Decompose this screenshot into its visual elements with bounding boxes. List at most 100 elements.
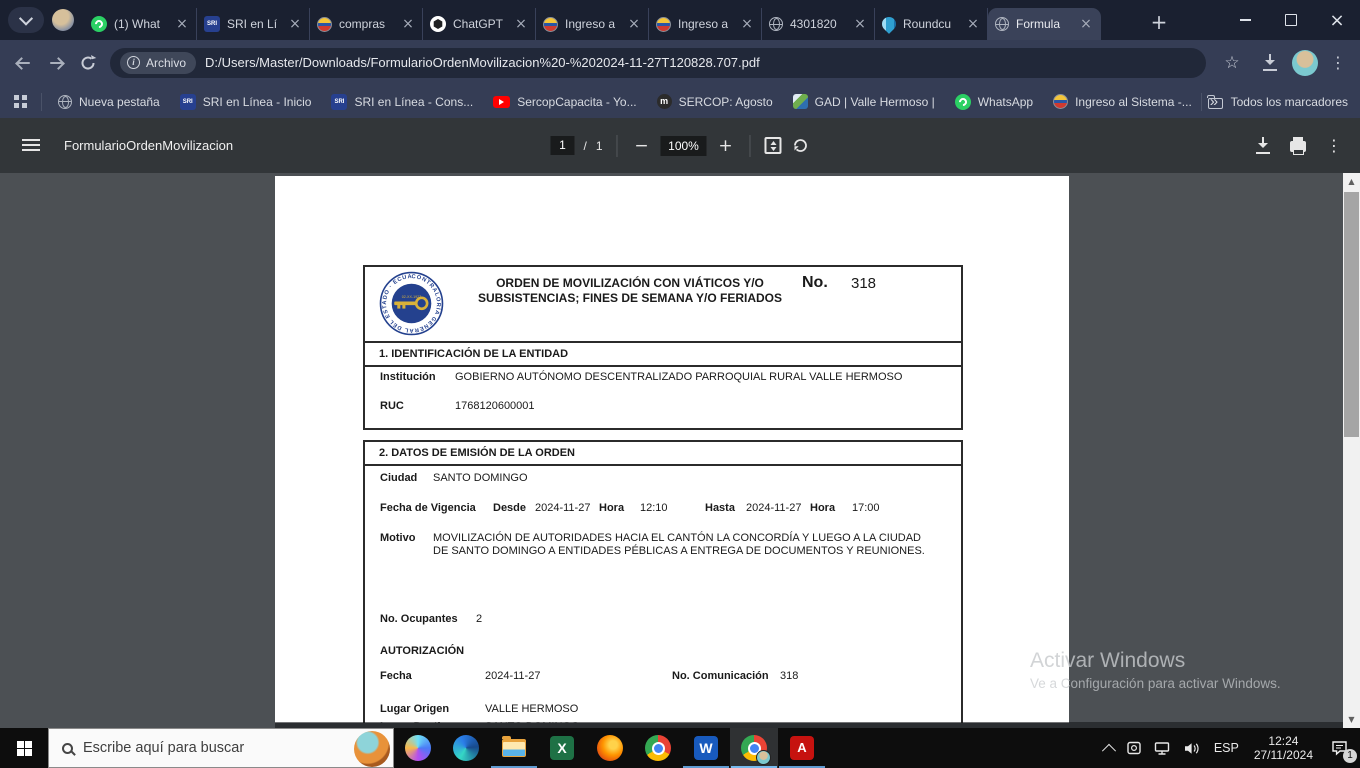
scroll-down-arrow[interactable] (1343, 711, 1360, 728)
zoom-level-input[interactable]: 100% (660, 135, 707, 156)
close-icon[interactable] (400, 16, 416, 32)
taskbar-acrobat[interactable] (778, 728, 826, 768)
tab-ingreso-1[interactable]: Ingreso a (536, 8, 649, 40)
bookmark-ingreso-sistema[interactable]: Ingreso al Sistema -... (1053, 94, 1192, 109)
taskbar-edge[interactable] (442, 728, 490, 768)
tab-chatgpt[interactable]: ChatGPT (423, 8, 536, 40)
file-explorer-icon (502, 736, 526, 757)
pdf-print-button[interactable] (1290, 137, 1306, 155)
tab-sri[interactable]: SRI en Lí (197, 8, 310, 40)
bookmark-sri-consultas[interactable]: SRI en Línea - Cons... (331, 93, 473, 110)
browser-menu-button[interactable] (1322, 47, 1354, 79)
profile-avatar[interactable] (1292, 49, 1318, 76)
bookmark-label: WhatsApp (977, 94, 1034, 109)
zoom-in-button[interactable] (716, 136, 736, 156)
vertical-scrollbar[interactable] (1343, 173, 1360, 728)
taskbar-chrome[interactable] (634, 728, 682, 768)
divider (749, 134, 751, 157)
doc-title: ORDEN DE MOVILIZACIÓN CON VIÁTICOS Y/O S… (477, 276, 783, 305)
tab-roundcube[interactable]: Roundcu (875, 8, 988, 40)
close-icon[interactable] (626, 16, 642, 32)
pdf-more-button[interactable] (1326, 136, 1342, 155)
new-tab-button[interactable] (1145, 8, 1173, 36)
chip-label: Archivo (146, 55, 187, 70)
scroll-up-arrow[interactable] (1343, 173, 1360, 190)
bookmark-label: Ingreso al Sistema -... (1075, 94, 1192, 109)
apps-grid-icon[interactable] (14, 95, 27, 108)
tab-label: 4301820 (790, 17, 837, 31)
close-icon[interactable] (1078, 16, 1094, 32)
pdf-download-button[interactable] (1256, 137, 1270, 154)
taskbar-chrome-profile-active[interactable] (730, 728, 778, 768)
bookmark-sercop-agosto[interactable]: SERCOP: Agosto (656, 94, 773, 109)
close-icon[interactable] (287, 16, 303, 32)
rotate-button[interactable] (791, 136, 810, 155)
close-icon[interactable] (852, 16, 868, 32)
taskbar-word[interactable] (682, 728, 730, 768)
tab-formulario-active[interactable]: Formula (988, 8, 1101, 40)
origen-label: Lugar Origen (380, 703, 450, 715)
pdf-page-controls: 1 / 1 100% (550, 118, 809, 173)
pdf-document-title: FormularioOrdenMovilizacion (64, 138, 234, 153)
tab-whatsapp[interactable]: (1) What (84, 8, 197, 40)
start-button[interactable] (0, 728, 48, 768)
tab-4301820[interactable]: 4301820 (762, 8, 875, 40)
close-icon[interactable] (513, 16, 529, 32)
taskbar-excel[interactable] (538, 728, 586, 768)
reload-icon (81, 54, 97, 70)
close-window-button[interactable] (1314, 0, 1360, 40)
maximize-button[interactable] (1268, 0, 1314, 40)
page-number-input[interactable]: 1 (550, 136, 575, 155)
minimize-button[interactable] (1222, 0, 1268, 40)
comunicacion-label: No. Comunicación (672, 670, 769, 682)
pinned-tab-favicon[interactable] (52, 9, 74, 31)
pdf-menu-button[interactable] (22, 139, 40, 141)
action-center-button[interactable]: 1 (1320, 728, 1358, 768)
taskbar-copilot[interactable] (394, 728, 442, 768)
taskbar-search-box[interactable]: Escribe aquí para buscar (48, 728, 394, 768)
doc-no-value: 318 (851, 275, 877, 292)
desde-label: Desde (493, 502, 527, 514)
tray-expand-button[interactable] (1098, 728, 1120, 768)
close-icon[interactable] (174, 16, 190, 32)
info-icon (127, 56, 140, 69)
sri-icon (204, 16, 220, 32)
taskbar-clock[interactable]: 12:24 27/11/2024 (1247, 734, 1320, 762)
tab-compras[interactable]: compras (310, 8, 423, 40)
watermark-title: Activar Windows (1030, 649, 1186, 672)
whatsapp-icon (91, 16, 107, 32)
fit-to-page-button[interactable] (764, 137, 782, 154)
ecuador-crest-icon (543, 16, 558, 32)
ciudad-value: SANTO DOMINGO (433, 472, 528, 484)
scrollbar-thumb[interactable] (1344, 192, 1359, 437)
back-button[interactable] (8, 47, 40, 79)
tray-network-button[interactable] (1148, 728, 1177, 768)
taskbar-firefox[interactable] (586, 728, 634, 768)
fecha-value: 2024-11-27 (485, 670, 541, 682)
download-icon (1263, 54, 1277, 71)
taskbar-file-explorer[interactable] (490, 728, 538, 768)
hora2-value: 17:00 (852, 502, 880, 514)
tab-search-button[interactable] (8, 7, 44, 33)
downloads-button[interactable] (1254, 47, 1286, 79)
close-icon[interactable] (965, 16, 981, 32)
language-indicator[interactable]: ESP (1206, 741, 1247, 755)
forward-button[interactable] (40, 47, 72, 79)
tab-ingreso-2[interactable]: Ingreso a (649, 8, 762, 40)
address-bar[interactable]: Archivo D:/Users/Master/Downloads/Formul… (110, 47, 1206, 78)
search-highlight-image[interactable] (354, 731, 390, 767)
bookmark-gad-valle-hermoso[interactable]: GAD | Valle Hermoso | (792, 94, 935, 109)
reload-button[interactable] (72, 47, 104, 79)
bookmark-star-button[interactable] (1216, 47, 1248, 79)
ocupantes-label: No. Ocupantes (380, 613, 458, 625)
bookmark-sri-inicio[interactable]: SRI en Línea - Inicio (179, 93, 311, 110)
site-info-chip[interactable]: Archivo (120, 51, 197, 74)
tray-volume-button[interactable] (1177, 728, 1206, 768)
all-bookmarks-button[interactable]: Todos los marcadores (1195, 92, 1348, 111)
close-icon[interactable] (739, 16, 755, 32)
bookmark-whatsapp[interactable]: WhatsApp (954, 93, 1034, 110)
bookmark-sercopcapacita[interactable]: SercopCapacita - Yo... (493, 95, 637, 109)
zoom-out-button[interactable] (632, 136, 652, 156)
bookmark-nueva-pestana[interactable]: Nueva pestaña (58, 94, 160, 109)
tray-app-icon[interactable] (1120, 728, 1148, 768)
